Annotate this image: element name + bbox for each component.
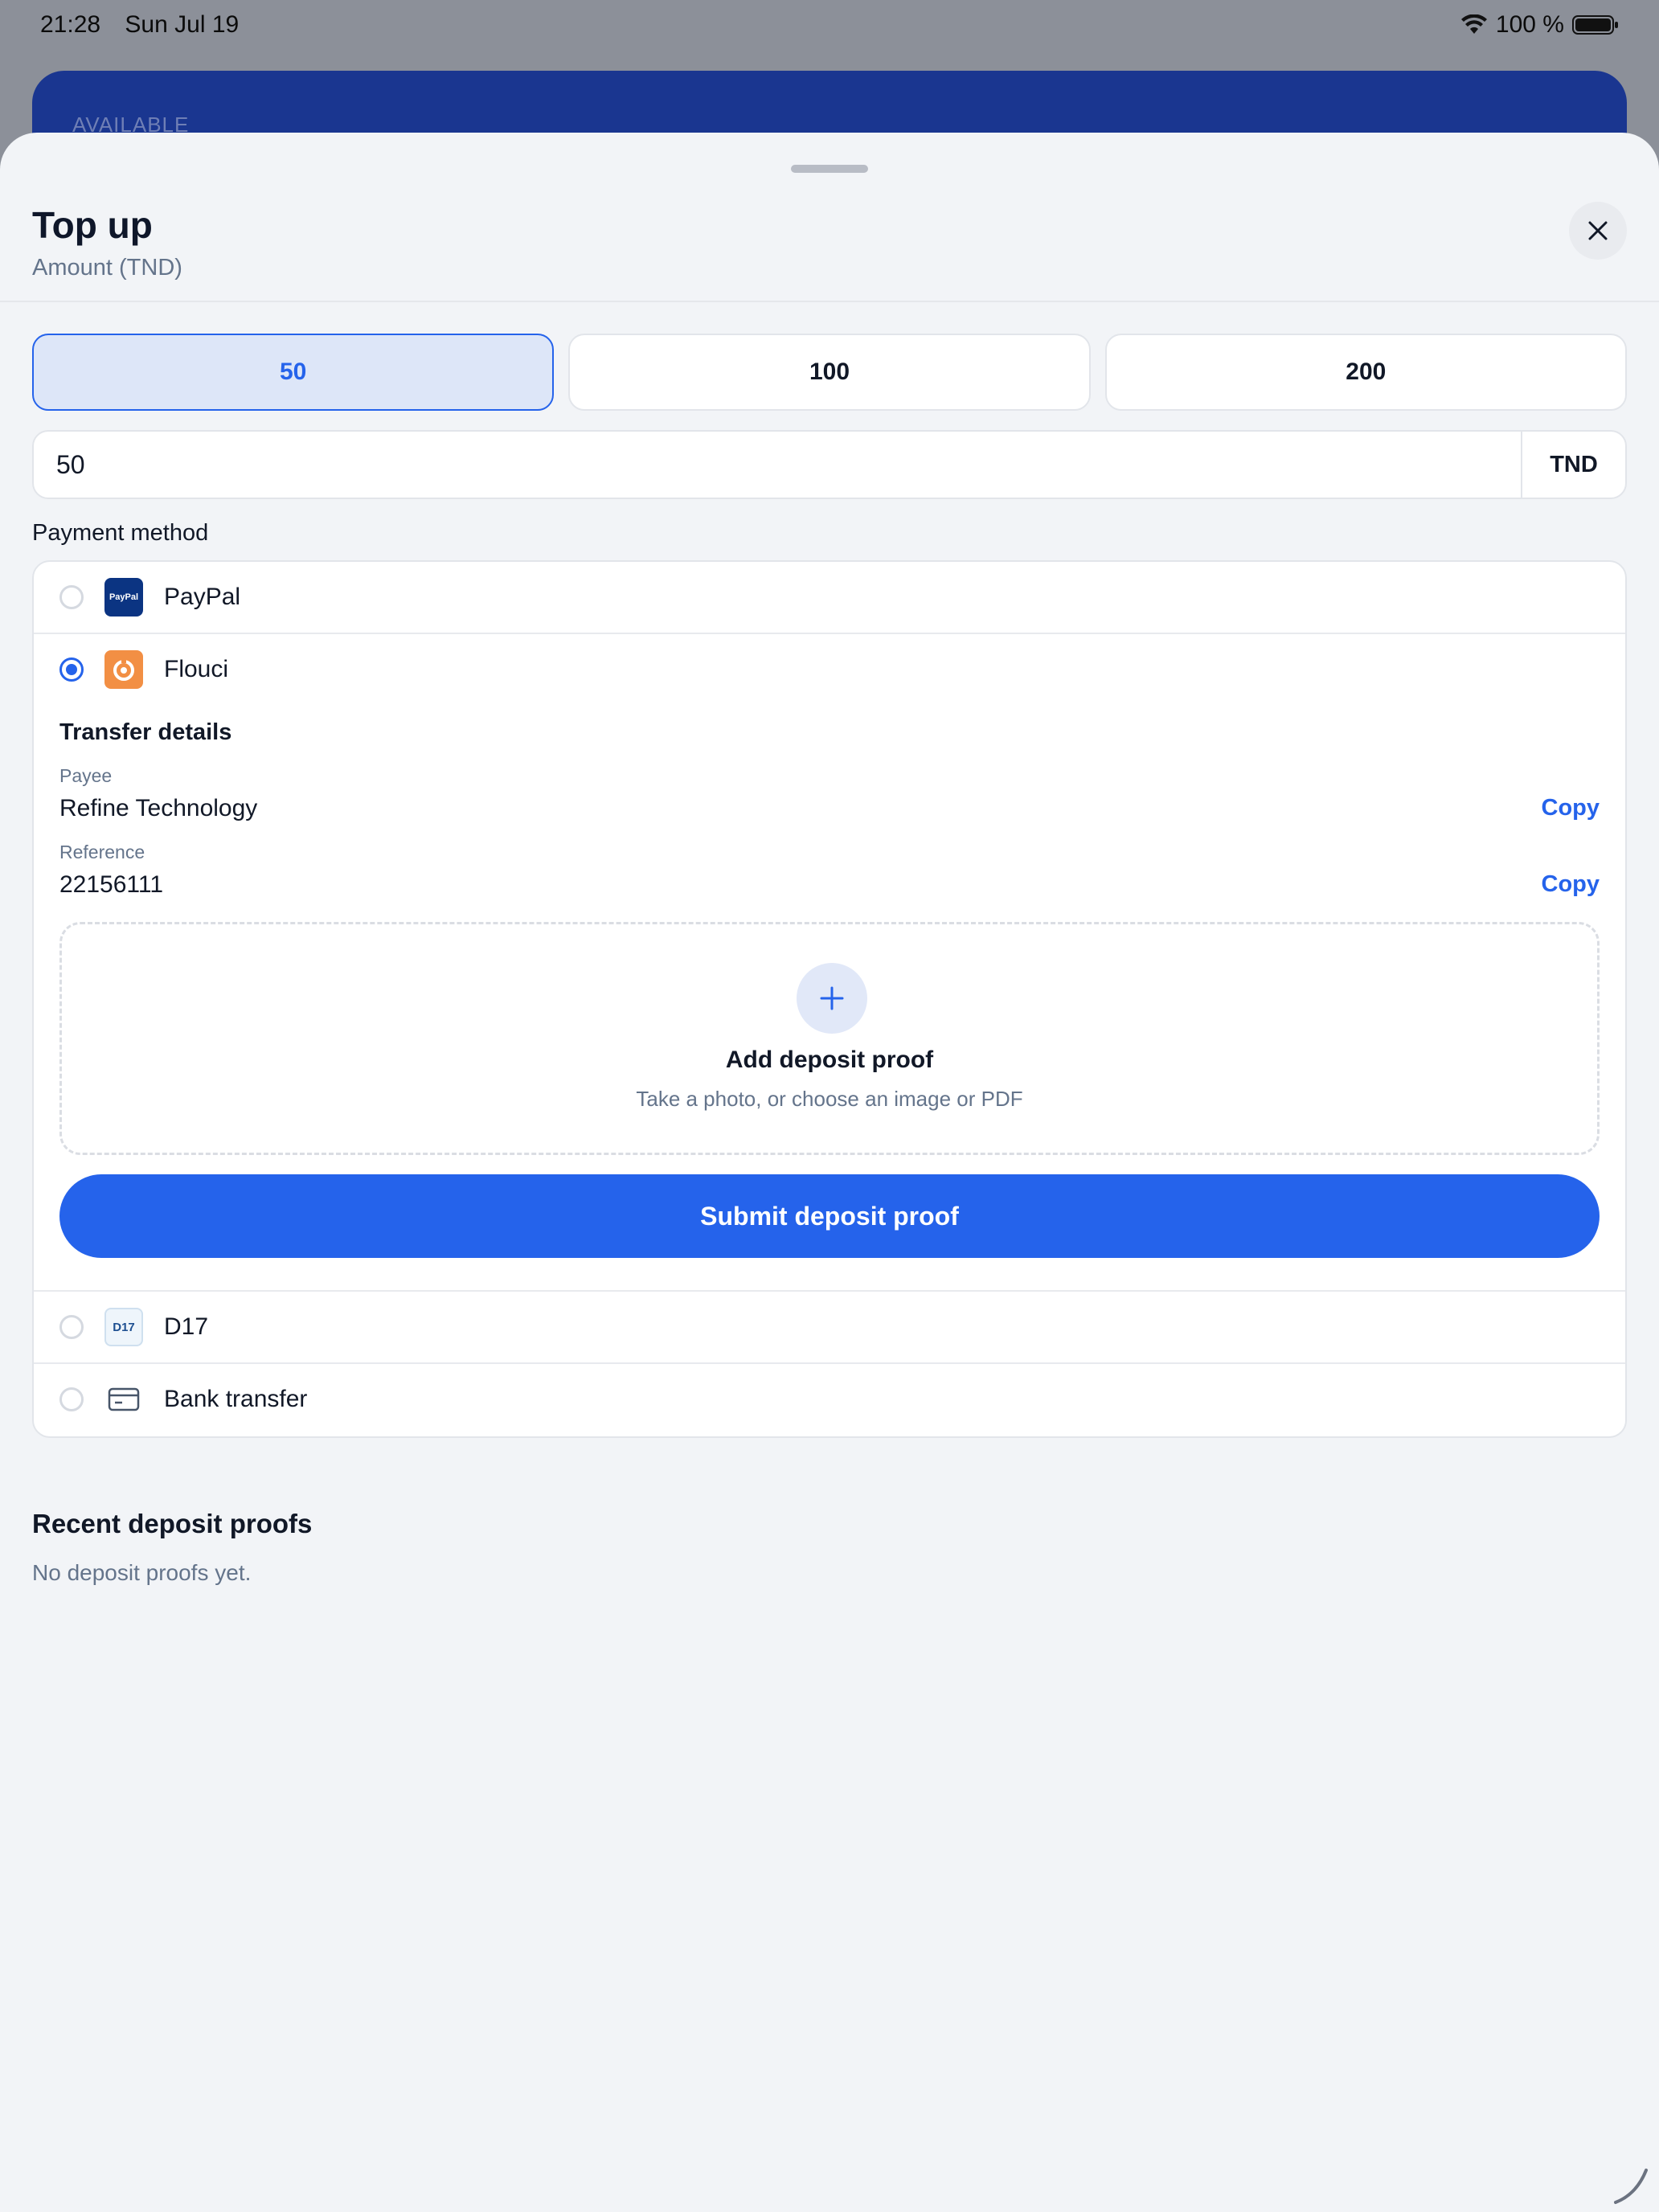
radio-paypal[interactable] [59,585,84,609]
battery-icon [1572,15,1618,35]
flouci-logo-icon [104,650,143,689]
radio-bank-transfer[interactable] [59,1387,84,1411]
deposit-proof-dropzone[interactable]: Add deposit proof Take a photo, or choos… [59,922,1600,1155]
close-icon [1588,221,1608,240]
method-d17[interactable]: D17 D17 [34,1292,1625,1362]
amount-preset-200[interactable]: 200 [1104,334,1627,411]
method-paypal[interactable]: PayPal PayPal [34,562,1625,633]
status-bar: 21:28 Sun Jul 19 100 % [0,0,1659,51]
reference-value: 22156111 [59,871,164,898]
amount-input[interactable]: 50 [34,450,1521,480]
method-bank-transfer[interactable]: Bank transfer [34,1364,1625,1435]
amount-presets: 50 100 200 [32,334,1627,411]
sheet-grabber[interactable] [791,165,868,173]
add-proof-button[interactable] [797,963,867,1034]
d17-logo-icon: D17 [104,1308,143,1346]
sheet-title: Top up [32,204,153,246]
paypal-logo-icon: PayPal [104,578,143,616]
amount-preset-50[interactable]: 50 [32,334,555,411]
copy-payee-button[interactable]: Copy [1542,795,1600,821]
status-right: 100 % [1460,11,1619,39]
method-label-paypal: PayPal [164,584,241,610]
status-time: 21:28 [40,11,101,38]
recent-proofs-empty: No deposit proofs yet. [32,1560,252,1585]
status-left: 21:28 Sun Jul 19 [40,11,256,39]
sheet-subtitle: Amount (TND) [32,255,182,281]
top-up-sheet: Top up Amount (TND) 50 100 200 50 TND Pa… [0,133,1659,2212]
copy-reference-button[interactable]: Copy [1542,871,1600,898]
battery-percent: 100 % [1495,11,1564,38]
method-label-bank-transfer: Bank transfer [164,1386,308,1412]
recent-proofs-title: Recent deposit proofs [32,1509,313,1538]
reference-label: Reference [59,842,145,862]
radio-flouci[interactable] [59,657,84,682]
status-date: Sun Jul 19 [125,11,240,38]
submit-deposit-proof-button[interactable]: Submit deposit proof [59,1174,1600,1258]
plus-icon [820,986,844,1010]
method-flouci[interactable]: Flouci [34,634,1625,705]
transfer-details-title: Transfer details [59,719,232,745]
header-divider [0,301,1659,302]
payment-method-list: PayPal PayPal Flouci Transfer details Pa… [32,560,1627,1438]
dropzone-title: Add deposit proof [725,1047,934,1073]
resize-handle-icon[interactable] [1608,2162,1653,2207]
payee-value: Refine Technology [59,795,258,821]
radio-d17[interactable] [59,1315,84,1339]
dropzone-subtitle: Take a photo, or choose an image or PDF [636,1087,1023,1111]
amount-preset-100[interactable]: 100 [568,334,1091,411]
amount-field[interactable]: 50 TND [32,430,1627,499]
payment-method-label: Payment method [32,520,209,546]
bank-card-icon [104,1380,143,1419]
wifi-icon [1460,14,1487,34]
method-label-d17: D17 [164,1313,209,1340]
close-button[interactable] [1569,202,1627,260]
amount-unit: TND [1521,432,1625,498]
method-label-flouci: Flouci [164,656,229,682]
payee-label: Payee [59,765,113,786]
